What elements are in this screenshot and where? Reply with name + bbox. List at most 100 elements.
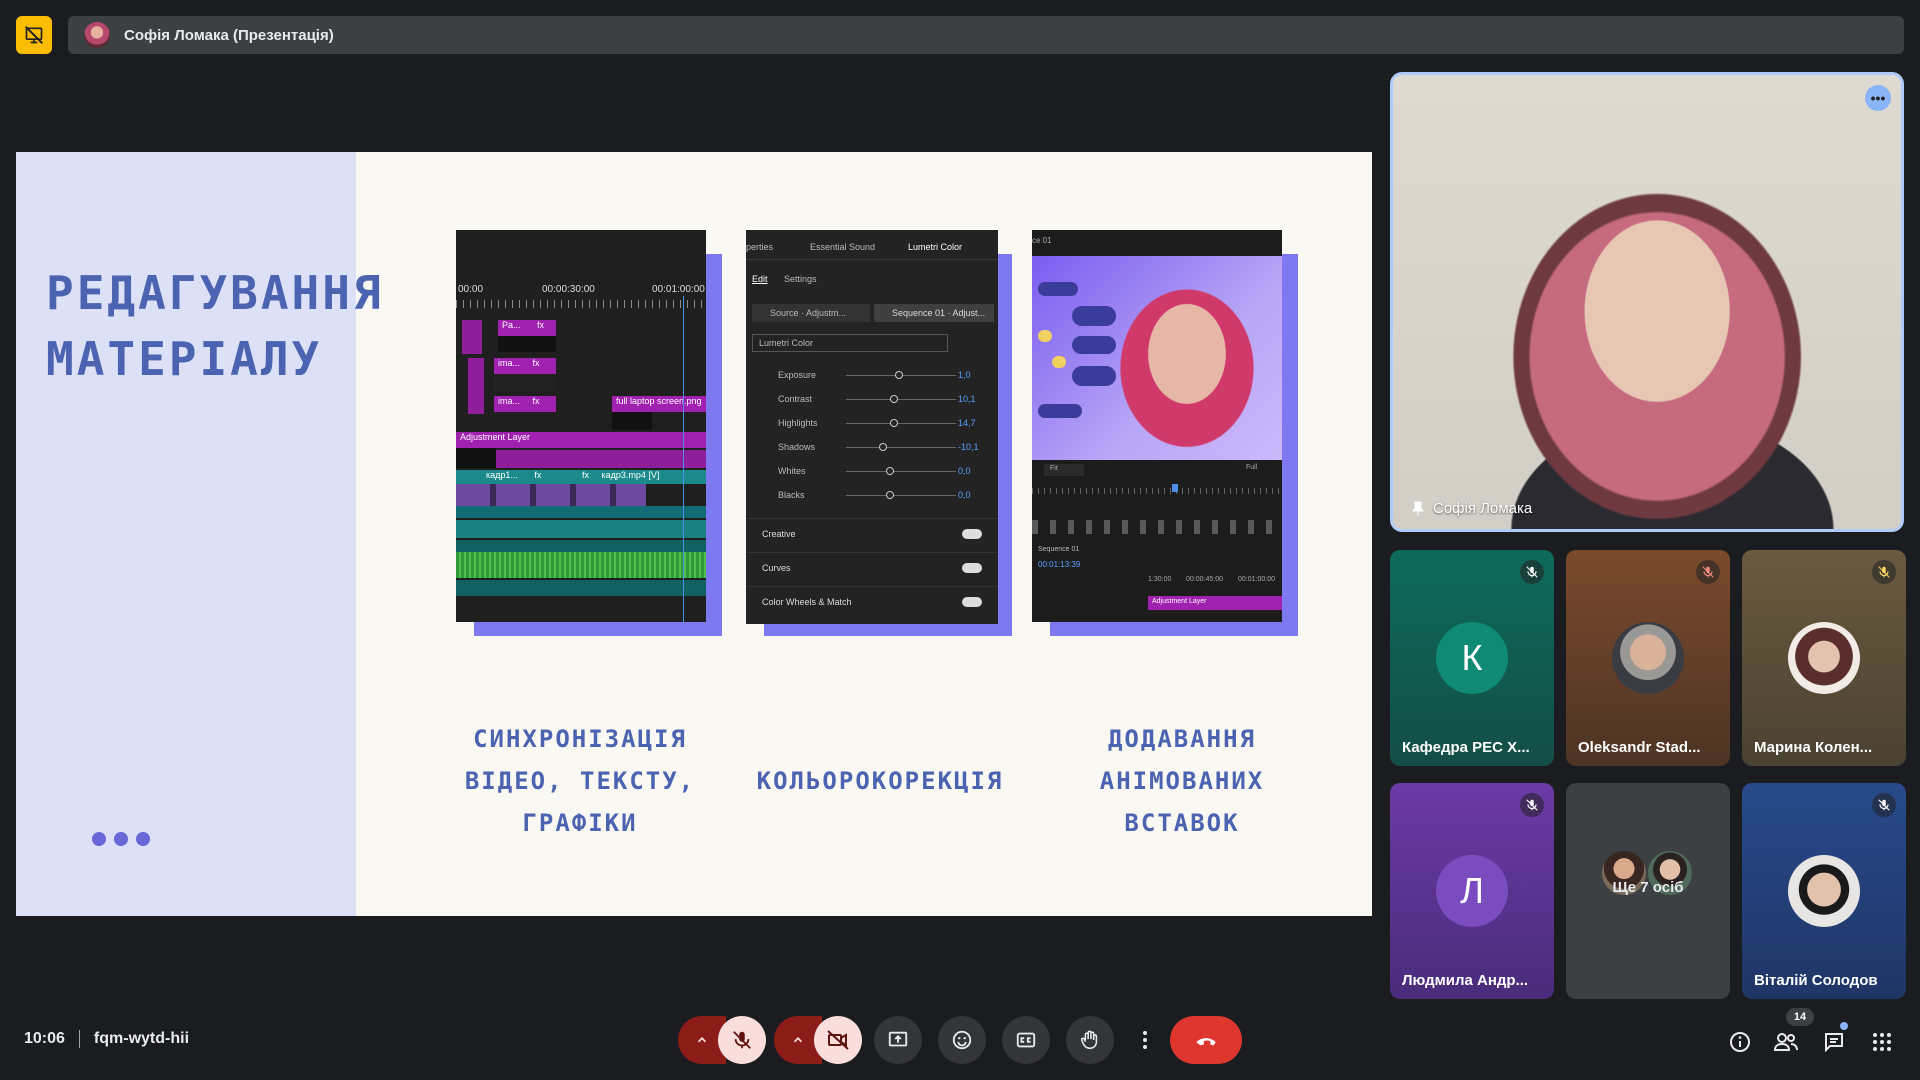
clock: 10:06: [24, 1030, 65, 1047]
leave-call-button[interactable]: [1170, 1016, 1242, 1064]
camera-toggle-button[interactable]: [814, 1016, 862, 1064]
caption-line: ВСТАВОК: [1124, 809, 1240, 837]
caption-line: ВІДЕО, ТЕКСТУ,: [464, 767, 696, 795]
people-button[interactable]: [1772, 1028, 1800, 1056]
raise-hand-icon: [1080, 1030, 1098, 1050]
avatar: [1612, 622, 1684, 694]
slider-value: 10,1: [958, 394, 976, 404]
presentation-bar: Софія Ломака (Презентація): [68, 16, 1904, 54]
slide-title: РЕДАГУВАННЯ МАТЕРІАЛУ: [46, 260, 384, 392]
chat-notification-dot: [1840, 1022, 1848, 1030]
slider-track: [846, 423, 956, 424]
clip-label: fx: [581, 470, 589, 480]
slider-value: -10,1: [958, 442, 979, 452]
caption-line: СИНХРОНІЗАЦІЯ: [473, 725, 687, 753]
slider-value: 0,0: [958, 490, 971, 500]
preview-screenshot: ce 01 Fit Full Sequence 01 00:01:13:39 1…: [1032, 230, 1298, 636]
participant-name: Віталій Солодов: [1754, 972, 1878, 989]
slider-knob: [879, 443, 888, 451]
participant-name: Oleksandr Stad...: [1578, 739, 1701, 756]
panel-tab: perties: [746, 242, 774, 252]
present-now-button[interactable]: [874, 1016, 922, 1064]
speaker-video: [1393, 75, 1901, 529]
people-icon: [1773, 1033, 1798, 1051]
sequence-label: Sequence 01: [1038, 546, 1080, 553]
slider-knob: [890, 395, 899, 403]
mic-off-icon: [1520, 560, 1544, 584]
speaker-video-tile[interactable]: ••• Софія Ломака: [1390, 72, 1904, 532]
apps-icon: [1873, 1033, 1891, 1051]
slider-label: Shadows: [778, 442, 816, 452]
slider-label: Exposure: [778, 370, 817, 380]
chevron-up-icon: [697, 1037, 707, 1043]
mic-off-icon: [1520, 793, 1544, 817]
activities-button[interactable]: [1868, 1028, 1896, 1056]
lumetri-slider-row: Blacks 0,0: [746, 484, 998, 508]
caption-sync: СИНХРОНІЗАЦІЯ ВІДЕО, ТЕКСТУ, ГРАФІКИ: [430, 718, 730, 844]
presentation-toggle-button[interactable]: [16, 16, 52, 54]
speaker-name: Софія Ломака: [1433, 500, 1533, 517]
meeting-details-button[interactable]: [1726, 1028, 1754, 1056]
meeting-code[interactable]: fqm-wytd-hii: [94, 1030, 189, 1048]
mic-off-icon: [733, 1031, 751, 1049]
participant-tile[interactable]: Віталій Солодов: [1742, 783, 1906, 999]
avatar: [1788, 622, 1860, 694]
slider-track: [846, 495, 956, 496]
participant-tile[interactable]: Л Людмила Андр...: [1390, 783, 1554, 999]
clip-label: fx: [532, 358, 540, 368]
panel-tab: Essential Sound: [810, 242, 876, 252]
timeline-time: 00:00:30:00: [542, 284, 595, 295]
chevron-up-icon: [793, 1037, 803, 1043]
more-participants-tile[interactable]: Ще 7 осіб: [1566, 783, 1730, 999]
effect-dropdown: Lumetri Color: [752, 334, 948, 352]
more-options-button[interactable]: [1128, 1016, 1162, 1064]
emoji-icon: [952, 1030, 972, 1050]
slide-title-line: РЕДАГУВАННЯ: [46, 266, 384, 320]
participant-tile[interactable]: Oleksandr Stad...: [1566, 550, 1730, 766]
monitor-header: ce 01: [1032, 236, 1052, 245]
ruler-label: 1:30:00: [1148, 576, 1172, 583]
toggle-switch: [962, 563, 982, 573]
toggle-switch: [962, 529, 982, 539]
mic-off-icon: [1696, 560, 1720, 584]
lumetri-slider-row: Whites 0,0: [746, 460, 998, 484]
decorative-dots: [92, 832, 150, 846]
slider-knob: [890, 419, 899, 427]
slider-label: Contrast: [778, 394, 813, 404]
mic-off-icon: [1872, 793, 1896, 817]
people-count-badge: 14: [1786, 1008, 1814, 1026]
caption-line: ДОДАВАННЯ: [1107, 725, 1257, 753]
slider-knob: [886, 491, 894, 499]
avatar: К: [1436, 622, 1508, 694]
more-participants-label: Ще 7 осіб: [1612, 879, 1684, 896]
avatar: [1788, 855, 1860, 927]
slider-value: 0,0: [958, 466, 971, 476]
more-horiz-icon: •••: [1870, 90, 1886, 106]
presentation-off-icon: [24, 25, 44, 45]
clip-label: fx: [537, 320, 545, 330]
captions-button[interactable]: [1002, 1016, 1050, 1064]
mic-toggle-button[interactable]: [718, 1016, 766, 1064]
source-chip: Source · Adjustm...: [752, 304, 870, 322]
ruler-label: 00:01:00:00: [1238, 576, 1275, 583]
resolution-dropdown: Full: [1246, 464, 1258, 471]
chat-icon: [1825, 1033, 1843, 1053]
send-reaction-button[interactable]: [938, 1016, 986, 1064]
timeline-time: 00:00: [458, 284, 484, 295]
clip-label: fx: [532, 396, 540, 406]
participant-tile[interactable]: К Кафедра РЕС Х...: [1390, 550, 1554, 766]
clip-label: ima...: [498, 396, 521, 406]
raise-hand-button[interactable]: [1066, 1016, 1114, 1064]
bottom-bar: 10:06 fqm-wytd-hii: [0, 1000, 1920, 1080]
participant-tile[interactable]: Марина Колен...: [1742, 550, 1906, 766]
pin-icon: [1412, 501, 1424, 516]
mic-off-icon: [1872, 560, 1896, 584]
meeting-info: 10:06 fqm-wytd-hii: [24, 1030, 189, 1048]
chat-button[interactable]: [1820, 1028, 1848, 1056]
clip-label: fx: [534, 470, 542, 480]
video-frame: [1032, 256, 1282, 460]
tile-more-options-button[interactable]: •••: [1865, 85, 1891, 111]
closed-captions-icon: [1016, 1032, 1036, 1048]
ruler-label: 00:00:45:00: [1186, 576, 1223, 583]
adjustment-layer-clip: Adjustment Layer: [1148, 596, 1282, 610]
